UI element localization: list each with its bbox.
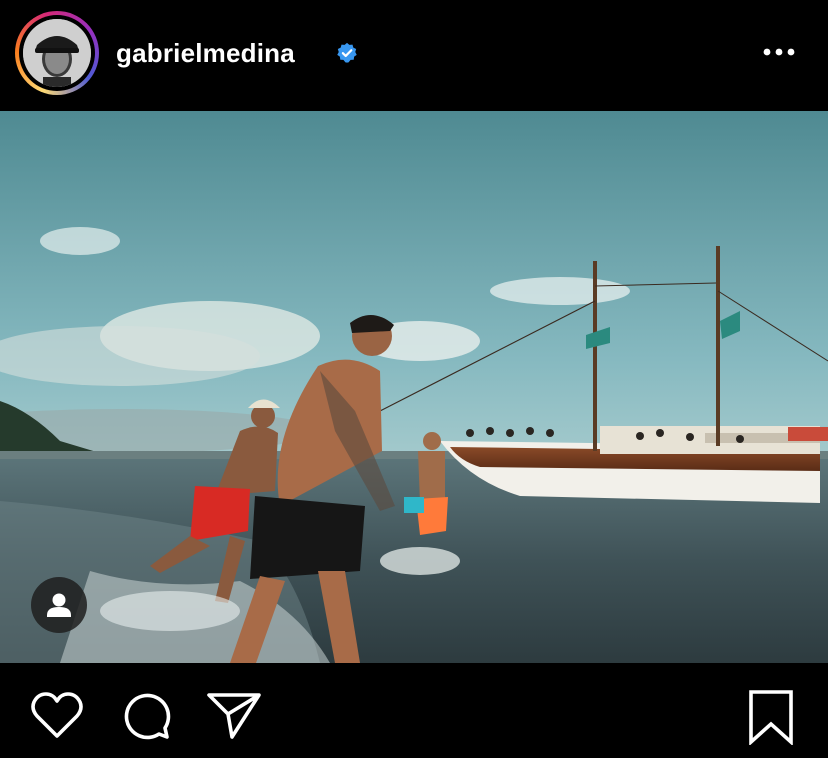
heart-icon[interactable] [30,691,84,741]
post-header: gabrielmedina [0,0,828,111]
username[interactable]: gabrielmedina [116,37,295,69]
post-image[interactable] [0,111,828,663]
send-icon[interactable] [206,690,262,740]
user-tag-icon [47,593,71,617]
bookmark-icon[interactable] [746,689,796,745]
verified-badge-icon [337,42,357,63]
tagged-users-button[interactable] [31,577,87,633]
story-ring[interactable] [15,11,99,95]
more-horizontal-icon[interactable] [759,40,799,64]
avatar[interactable] [23,19,91,87]
comment-icon[interactable] [120,690,172,742]
action-bar [0,663,828,758]
